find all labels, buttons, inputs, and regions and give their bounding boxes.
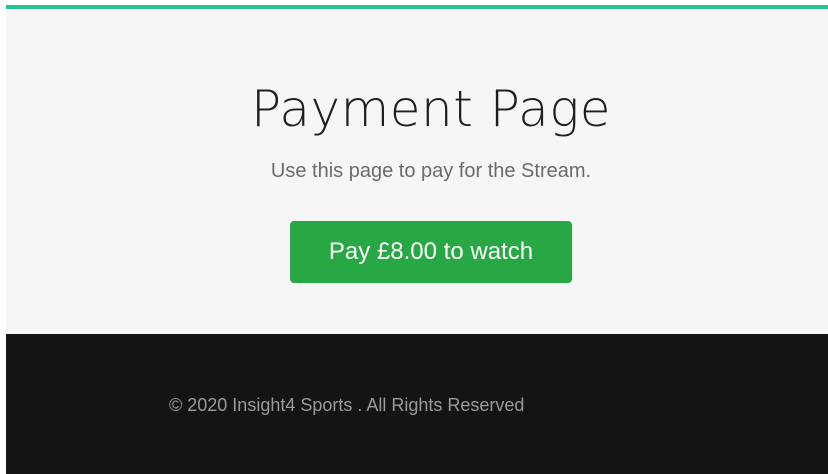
- footer-copyright: © 2020 Insight4 Sports . All Rights Rese…: [169, 395, 525, 415]
- payment-page: Payment Page Use this page to pay for th…: [0, 0, 828, 474]
- footer: © 2020 Insight4 Sports . All Rights Rese…: [6, 334, 828, 474]
- page-subtitle: Use this page to pay for the Stream.: [270, 160, 592, 182]
- pay-button[interactable]: Pay £8.00 to watch: [290, 221, 572, 283]
- top-accent-bar: [6, 5, 828, 9]
- hero-section: Payment Page Use this page to pay for th…: [6, 10, 828, 334]
- top-accent: [6, 0, 828, 10]
- page-title: Payment Page: [250, 80, 612, 138]
